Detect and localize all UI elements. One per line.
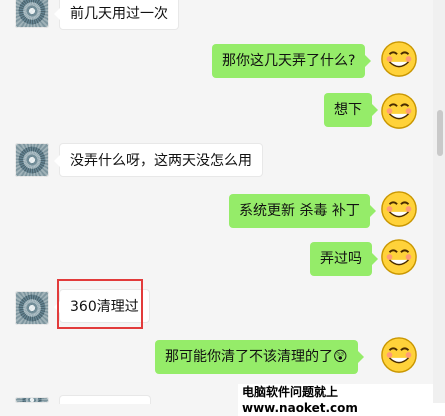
message-bubble-incoming[interactable]: 没弄什么呀，这两天没怎么用: [54, 143, 263, 177]
smiley-face-avatar[interactable]: [380, 336, 418, 374]
scrollbar-thumb[interactable]: [437, 110, 443, 156]
message-bubble-outgoing[interactable]: 系统更新 杀毒 补丁: [229, 194, 376, 228]
smiley-face-avatar[interactable]: [380, 190, 418, 228]
contact-avatar[interactable]: [15, 0, 49, 28]
contact-avatar[interactable]: [15, 291, 49, 325]
message-bubble-outgoing[interactable]: 想下: [324, 93, 378, 127]
message-bubble-incoming[interactable]: 前几天用过一次: [54, 0, 179, 30]
message-bubble-outgoing[interactable]: 那可能你清了不该清理的了😲: [155, 340, 364, 374]
chat-history: 前几天用过一次 那你这几天弄了什么? 想下 没弄什么呀，这两天没怎么用 系统更新…: [0, 0, 445, 416]
smiley-face-avatar[interactable]: [380, 40, 418, 78]
smiley-face-avatar[interactable]: [380, 92, 418, 130]
site-watermark: 电脑软件问题就上www.naoket.com: [238, 384, 445, 416]
contact-avatar[interactable]: [15, 397, 49, 403]
contact-avatar[interactable]: [15, 143, 49, 177]
smiley-face-avatar[interactable]: [380, 238, 418, 276]
message-bubble-outgoing[interactable]: 弄过吗: [310, 242, 378, 276]
message-bubble-outgoing[interactable]: 那你这几天弄了什么?: [212, 44, 372, 78]
chat-scrollbar[interactable]: [433, 0, 445, 403]
highlight-box: [57, 279, 143, 329]
